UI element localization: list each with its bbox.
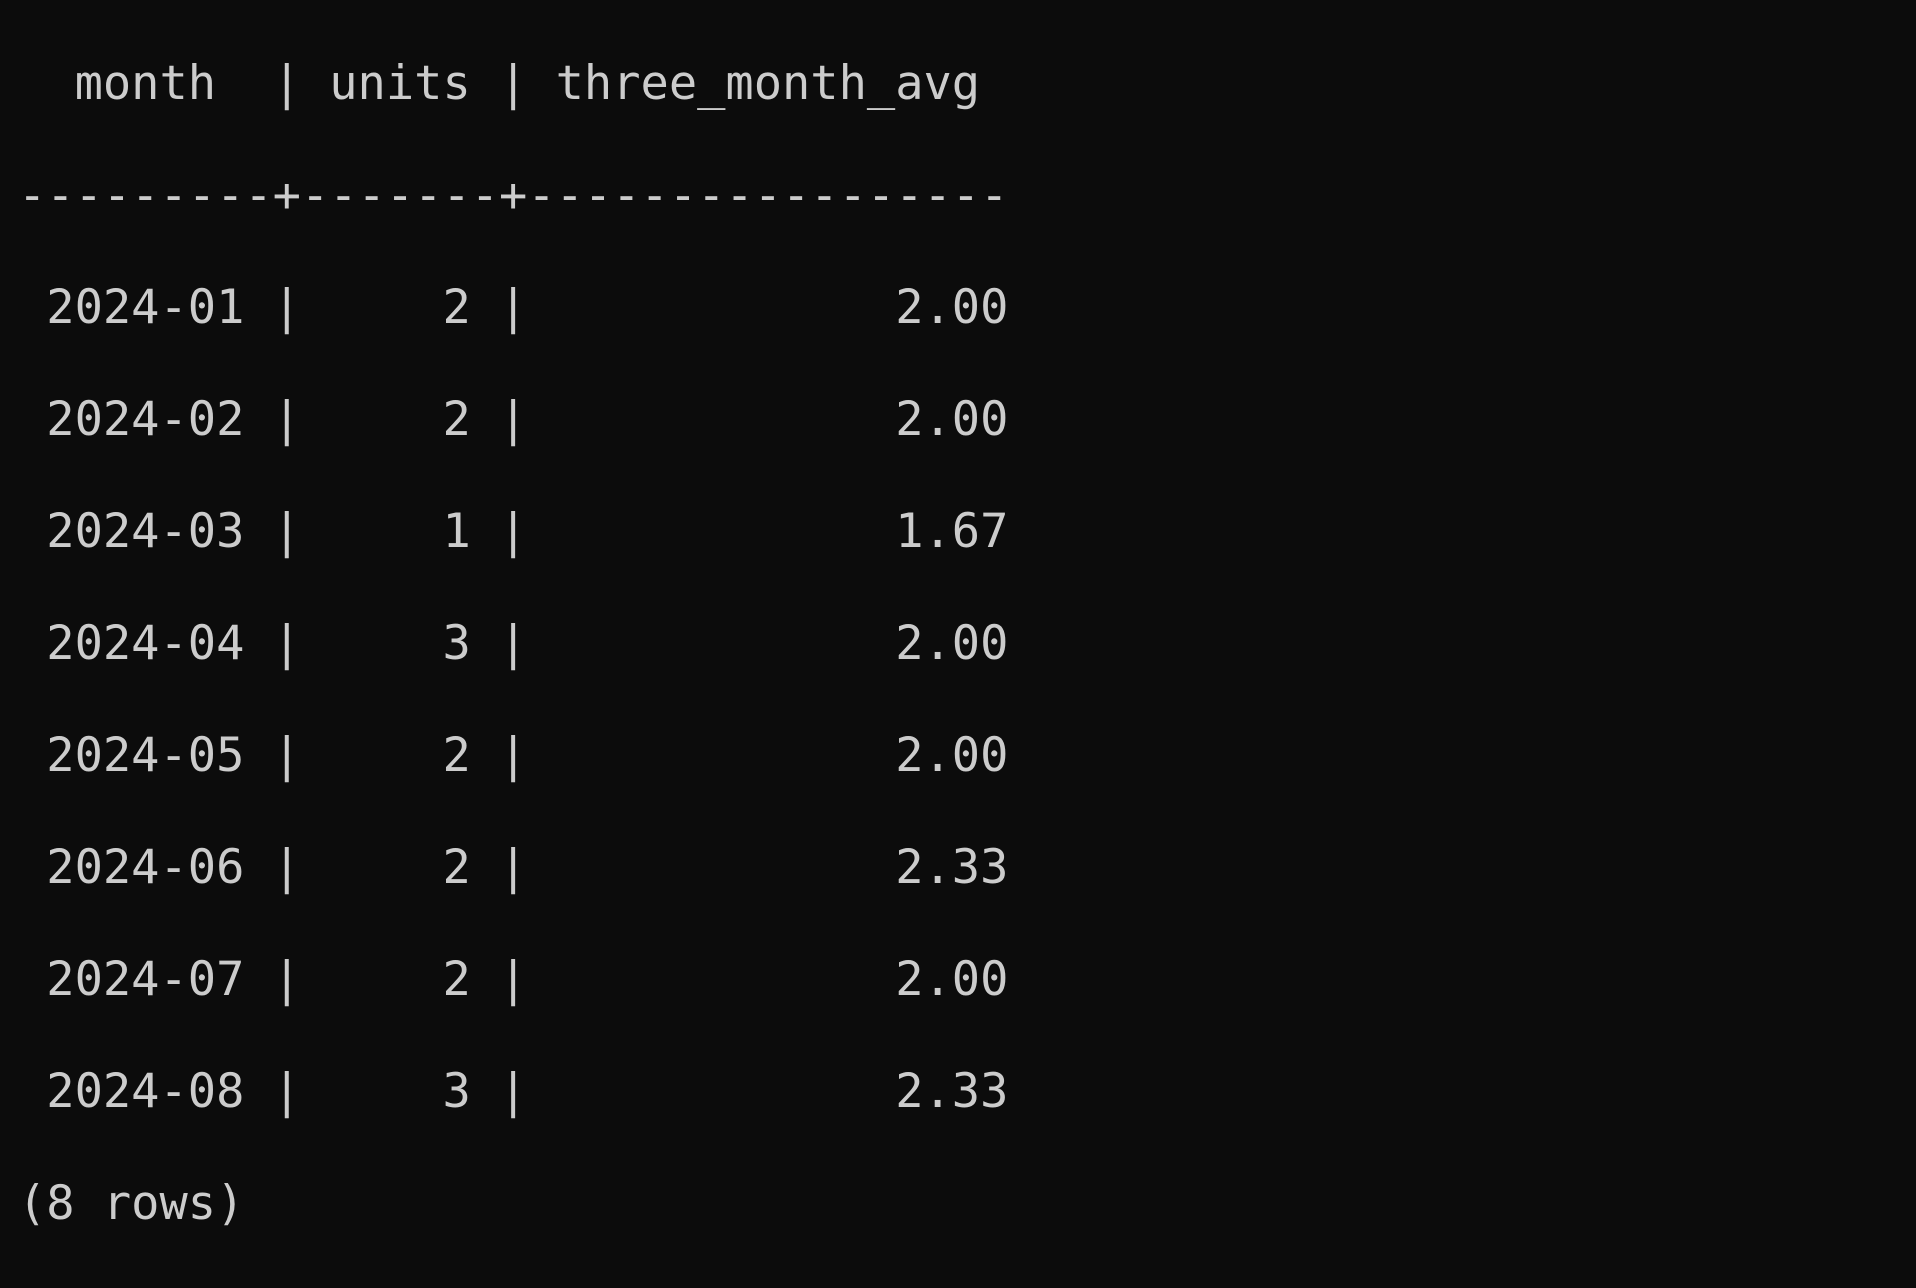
column-separator: | xyxy=(272,280,301,335)
header-three-month-avg: three_month_avg xyxy=(527,56,981,111)
cell-month: 2024-04 xyxy=(18,616,273,671)
cell-avg: 2.00 xyxy=(527,280,1009,335)
cell-month: 2024-01 xyxy=(18,280,273,335)
table-row: 2024-05 | 2 | 2.00 xyxy=(18,728,1008,784)
column-separator: | xyxy=(272,840,301,895)
cell-units: 2 xyxy=(300,840,500,895)
header-units: units xyxy=(300,56,500,111)
column-separator: | xyxy=(499,728,528,783)
cell-month: 2024-03 xyxy=(18,504,273,559)
cell-avg: 2.00 xyxy=(527,728,1009,783)
table-header-row: month | units | three_month_avg xyxy=(18,56,1008,112)
column-separator: | xyxy=(499,392,528,447)
column-separator: | xyxy=(499,280,528,335)
cell-month: 2024-07 xyxy=(18,952,273,1007)
table-row: 2024-07 | 2 | 2.00 xyxy=(18,952,1008,1008)
column-separator: | xyxy=(272,616,301,671)
column-separator: | xyxy=(499,504,528,559)
header-month: month xyxy=(18,56,273,111)
terminal-output: month | units | three_month_avg --------… xyxy=(18,0,1008,1288)
column-separator: | xyxy=(272,728,301,783)
table-row: 2024-04 | 3 | 2.00 xyxy=(18,616,1008,672)
column-separator: | xyxy=(499,1064,528,1119)
column-separator: | xyxy=(272,952,301,1007)
cell-units: 2 xyxy=(300,952,500,1007)
cell-month: 2024-02 xyxy=(18,392,273,447)
cell-units: 3 xyxy=(300,616,500,671)
table-row: 2024-08 | 3 | 2.33 xyxy=(18,1064,1008,1120)
column-separator: | xyxy=(272,504,301,559)
cell-units: 3 xyxy=(300,1064,500,1119)
row-count-footer: (8 rows) xyxy=(18,1176,245,1231)
column-separator: | xyxy=(499,840,528,895)
cell-avg: 2.33 xyxy=(527,840,1009,895)
table-divider: ---------+-------+----------------- xyxy=(18,168,1009,223)
cell-avg: 2.00 xyxy=(527,616,1009,671)
table-row: 2024-02 | 2 | 2.00 xyxy=(18,392,1008,448)
column-separator: | xyxy=(499,952,528,1007)
cell-avg: 1.67 xyxy=(527,504,1009,559)
cell-units: 2 xyxy=(300,392,500,447)
column-separator: | xyxy=(499,616,528,671)
cell-month: 2024-06 xyxy=(18,840,273,895)
cell-month: 2024-08 xyxy=(18,1064,273,1119)
cell-avg: 2.00 xyxy=(527,392,1009,447)
column-separator: | xyxy=(272,1064,301,1119)
column-separator: | xyxy=(499,56,528,111)
column-separator: | xyxy=(272,392,301,447)
cell-month: 2024-05 xyxy=(18,728,273,783)
cell-avg: 2.00 xyxy=(527,952,1009,1007)
cell-avg: 2.33 xyxy=(527,1064,1009,1119)
table-row: 2024-03 | 1 | 1.67 xyxy=(18,504,1008,560)
cell-units: 2 xyxy=(300,280,500,335)
table-row: 2024-06 | 2 | 2.33 xyxy=(18,840,1008,896)
column-separator: | xyxy=(272,56,301,111)
table-row: 2024-01 | 2 | 2.00 xyxy=(18,280,1008,336)
cell-units: 2 xyxy=(300,728,500,783)
cell-units: 1 xyxy=(300,504,500,559)
